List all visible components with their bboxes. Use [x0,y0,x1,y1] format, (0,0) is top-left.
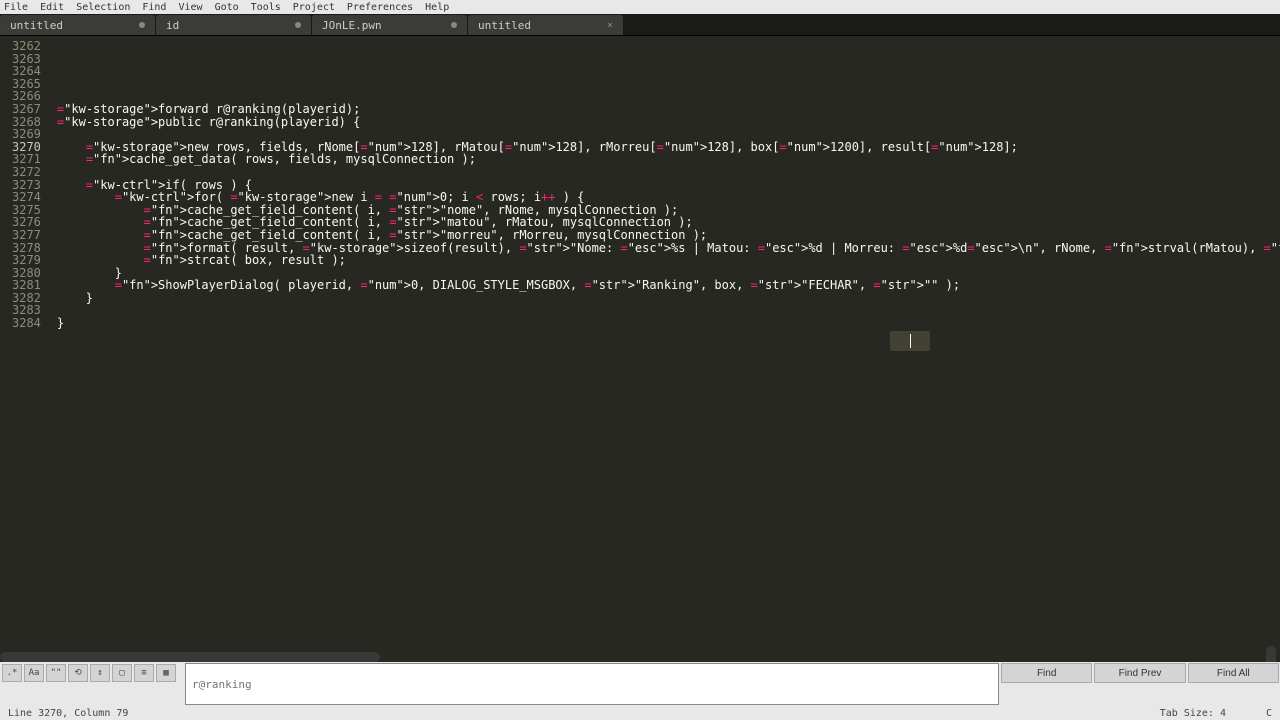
tabbar: untitled id JOnLE.pwn untitled × [0,14,1280,36]
menu-goto[interactable]: Goto [215,2,239,13]
tab-id[interactable]: id [156,15,311,35]
code-content[interactable]: ="kw-storage">forward r@ranking(playerid… [49,36,1280,662]
horizontal-scrollbar[interactable] [0,652,380,662]
buffer-toggle[interactable]: ▦ [156,664,176,682]
vertical-scrollbar[interactable] [1266,646,1276,662]
tab-label: untitled [478,19,531,32]
status-position: Line 3270, Column 79 [8,708,128,719]
modified-dot-icon [451,22,457,28]
find-prev-button[interactable]: Find Prev [1094,663,1185,683]
menu-edit[interactable]: Edit [40,2,64,13]
modified-dot-icon [139,22,145,28]
highlight-toggle[interactable]: ▢ [112,664,132,682]
text-cursor-icon [910,334,911,348]
editor-area[interactable]: 3262326332643265326632673268326932703271… [0,36,1280,662]
status-language[interactable]: C [1266,708,1272,719]
menu-preferences[interactable]: Preferences [347,2,413,13]
find-input[interactable] [185,663,999,705]
menubar: File Edit Selection Find View Goto Tools… [0,0,1280,14]
context-toggle[interactable]: ≡ [134,664,154,682]
tab-untitled-2[interactable]: untitled × [468,15,623,35]
find-toggle-group: .* Aa "" ⟲ ↕ ▢ ≡ ▦ [0,662,184,706]
tab-untitled-1[interactable]: untitled [0,15,155,35]
case-toggle[interactable]: Aa [24,664,44,682]
in-selection-toggle[interactable]: ↕ [90,664,110,682]
close-icon[interactable]: × [607,20,613,31]
find-button[interactable]: Find [1001,663,1092,683]
modified-dot-icon [295,22,301,28]
menu-view[interactable]: View [178,2,202,13]
menu-project[interactable]: Project [293,2,335,13]
tab-label: JOnLE.pwn [322,19,382,32]
whole-word-toggle[interactable]: "" [46,664,66,682]
find-panel: .* Aa "" ⟲ ↕ ▢ ≡ ▦ Find Find Prev Find A… [0,662,1280,706]
menu-tools[interactable]: Tools [251,2,281,13]
menu-help[interactable]: Help [425,2,449,13]
menu-find[interactable]: Find [142,2,166,13]
wrap-toggle[interactable]: ⟲ [68,664,88,682]
line-number-gutter: 3262326332643265326632673268326932703271… [0,36,49,662]
statusbar: Line 3270, Column 79 Tab Size: 4 C [0,706,1280,720]
status-tabsize[interactable]: Tab Size: 4 [1160,708,1226,719]
regex-toggle[interactable]: .* [2,664,22,682]
menu-selection[interactable]: Selection [76,2,130,13]
find-actions: Find Find Prev Find All [1000,662,1280,706]
tab-label: id [166,19,179,32]
find-all-button[interactable]: Find All [1188,663,1279,683]
menu-file[interactable]: File [4,2,28,13]
tab-jonle-pwn[interactable]: JOnLE.pwn [312,15,467,35]
tab-label: untitled [10,19,63,32]
cursor-highlight [890,331,930,351]
